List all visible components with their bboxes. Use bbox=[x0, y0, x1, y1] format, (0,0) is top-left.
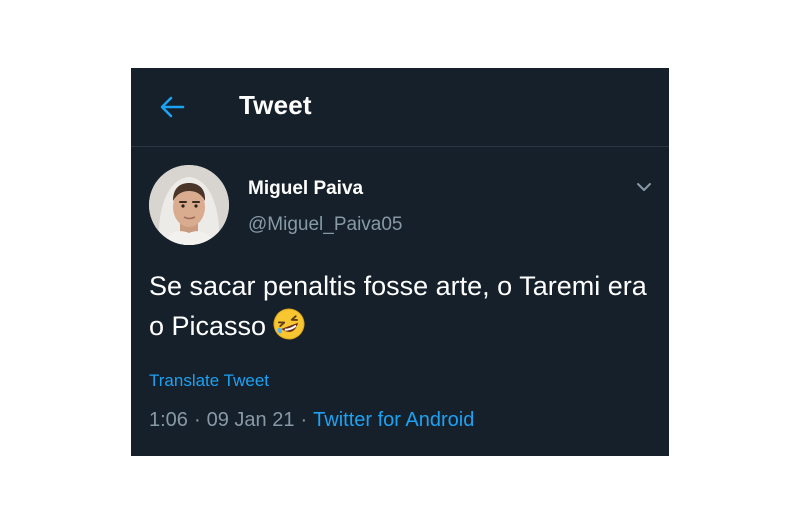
tweet-date: 09 Jan 21 bbox=[206, 409, 295, 431]
tweet-time: 1:06 bbox=[149, 409, 188, 431]
chevron-down-icon bbox=[637, 183, 651, 191]
tweet-menu-button[interactable] bbox=[634, 177, 654, 197]
tweet-text: Se sacar penaltis fosse arte, o Taremi e… bbox=[149, 271, 647, 341]
meta-separator: · bbox=[300, 409, 308, 431]
arrow-left-icon bbox=[160, 96, 185, 118]
rolling-laughing-emoji-icon bbox=[273, 308, 305, 340]
profile-photo bbox=[149, 165, 229, 245]
author-display-name[interactable]: Miguel Paiva bbox=[248, 178, 363, 200]
page-title: Tweet bbox=[239, 90, 312, 120]
back-button[interactable] bbox=[157, 92, 187, 122]
tweet-body: Se sacar penaltis fosse arte, o Taremi e… bbox=[149, 266, 649, 346]
tweet-screen: Tweet Miguel Paiva @Miguel_Paiva05 Se sa… bbox=[131, 68, 669, 456]
avatar[interactable] bbox=[149, 165, 229, 245]
author-handle[interactable]: @Miguel_Paiva05 bbox=[248, 214, 403, 236]
tweet-source-link[interactable]: Twitter for Android bbox=[313, 409, 474, 431]
top-bar: Tweet bbox=[131, 68, 669, 147]
tweet-meta: 1:06 · 09 Jan 21 · Twitter for Android bbox=[149, 409, 474, 432]
meta-separator: · bbox=[193, 409, 201, 431]
translate-tweet-link[interactable]: Translate Tweet bbox=[149, 371, 269, 391]
